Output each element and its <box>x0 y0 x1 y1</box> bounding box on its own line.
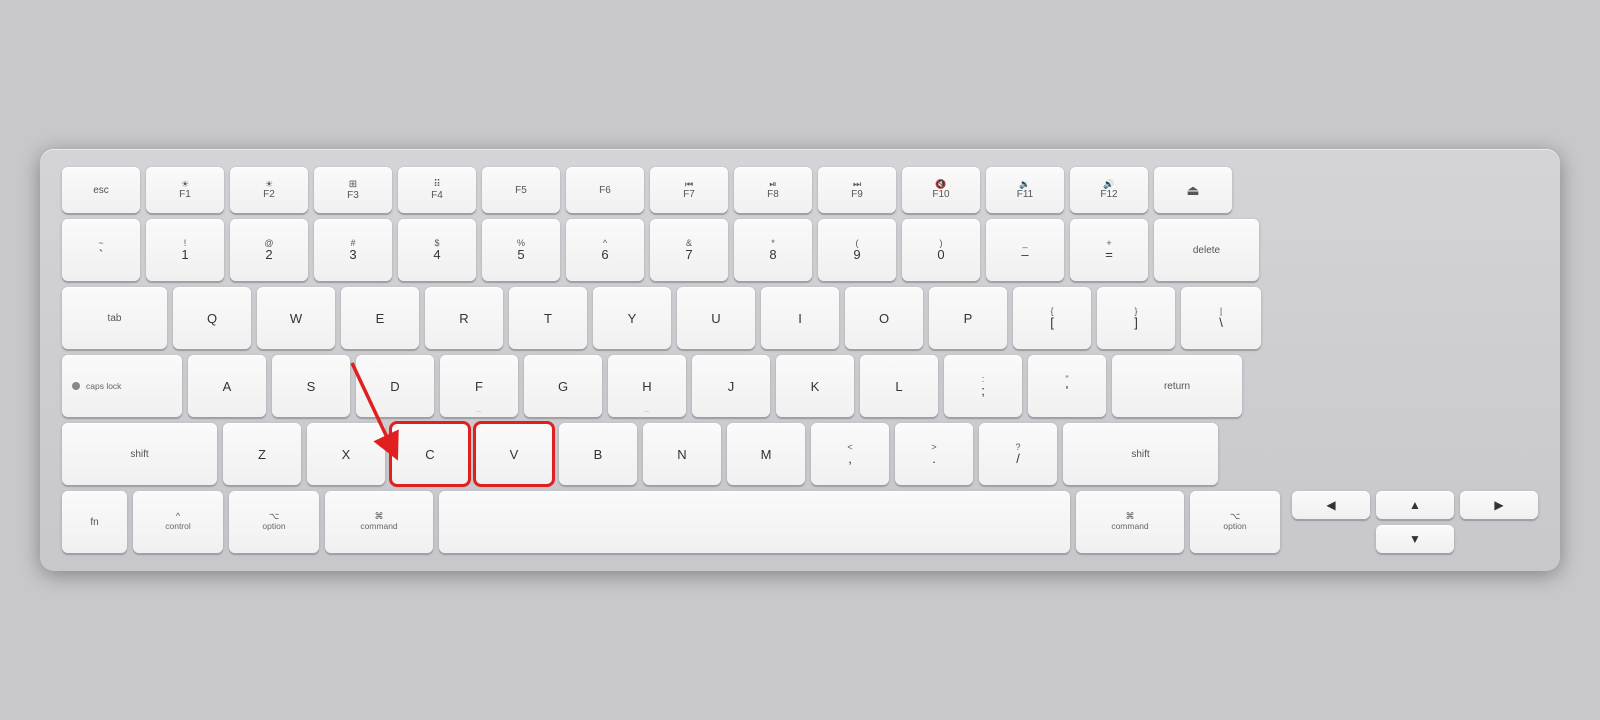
key-n[interactable]: N <box>643 423 721 485</box>
zxcv-row: shift Z X C V B N M < <box>62 423 1538 485</box>
keyboard: esc ☀ F1 ☀ F2 ⊞ F3 ⠿ F4 F5 F6 <box>40 149 1560 571</box>
key-7[interactable]: & 7 <box>650 219 728 281</box>
key-9[interactable]: ( 9 <box>818 219 896 281</box>
key-2[interactable]: @ 2 <box>230 219 308 281</box>
key-d[interactable]: D <box>356 355 434 417</box>
number-row: ~ ` ! 1 @ 2 # 3 $ 4 % 5 <box>62 219 1538 281</box>
key-b[interactable]: B <box>559 423 637 485</box>
key-p[interactable]: P <box>929 287 1007 349</box>
key-f7[interactable]: ⏮ F7 <box>650 167 728 213</box>
fn-row: esc ☀ F1 ☀ F2 ⊞ F3 ⠿ F4 F5 F6 <box>62 167 1538 213</box>
bottom-row: fn ^ control ⌥ option ⌘ command ⌘ comman… <box>62 491 1538 553</box>
key-t[interactable]: T <box>509 287 587 349</box>
key-i[interactable]: I <box>761 287 839 349</box>
key-1[interactable]: ! 1 <box>146 219 224 281</box>
key-esc[interactable]: esc <box>62 167 140 213</box>
key-lbracket[interactable]: { [ <box>1013 287 1091 349</box>
key-arrow-left[interactable]: ◀ <box>1292 491 1370 519</box>
key-slash[interactable]: ? / <box>979 423 1057 485</box>
key-j[interactable]: J <box>692 355 770 417</box>
key-x[interactable]: X <box>307 423 385 485</box>
key-r[interactable]: R <box>425 287 503 349</box>
key-f[interactable]: F _ <box>440 355 518 417</box>
key-tilde[interactable]: ~ ` <box>62 219 140 281</box>
key-pipe[interactable]: | \ <box>1181 287 1261 349</box>
key-4[interactable]: $ 4 <box>398 219 476 281</box>
key-v[interactable]: V <box>475 423 553 485</box>
key-l[interactable]: L <box>860 355 938 417</box>
key-space[interactable] <box>439 491 1070 553</box>
key-shift-right[interactable]: shift <box>1063 423 1218 485</box>
key-z[interactable]: Z <box>223 423 301 485</box>
key-fn[interactable]: fn <box>62 491 127 553</box>
key-option-left[interactable]: ⌥ option <box>229 491 319 553</box>
key-5[interactable]: % 5 <box>482 219 560 281</box>
key-option-right[interactable]: ⌥ option <box>1190 491 1280 553</box>
key-semicolon[interactable]: : ; <box>944 355 1022 417</box>
key-arrow-right[interactable]: ▶ <box>1460 491 1538 519</box>
key-eject[interactable]: ⏏ <box>1154 167 1232 213</box>
key-o[interactable]: O <box>845 287 923 349</box>
key-w[interactable]: W <box>257 287 335 349</box>
key-3[interactable]: # 3 <box>314 219 392 281</box>
key-comma[interactable]: < , <box>811 423 889 485</box>
key-0[interactable]: ) 0 <box>902 219 980 281</box>
key-f3[interactable]: ⊞ F3 <box>314 167 392 213</box>
key-return[interactable]: return <box>1112 355 1242 417</box>
key-s[interactable]: S <box>272 355 350 417</box>
key-f6[interactable]: F6 <box>566 167 644 213</box>
arrow-cluster: ◀ ▲ ▼ ▶ <box>1292 491 1538 553</box>
key-f8[interactable]: ⏯ F8 <box>734 167 812 213</box>
key-command-left[interactable]: ⌘ command <box>325 491 433 553</box>
asdf-row: caps lock A S D F _ G H _ J <box>62 355 1538 417</box>
key-f5[interactable]: F5 <box>482 167 560 213</box>
qwerty-row: tab Q W E R T Y U I <box>62 287 1538 349</box>
key-f2[interactable]: ☀ F2 <box>230 167 308 213</box>
key-e[interactable]: E <box>341 287 419 349</box>
key-arrow-up[interactable]: ▲ <box>1376 491 1454 519</box>
key-command-right[interactable]: ⌘ command <box>1076 491 1184 553</box>
key-f9[interactable]: ⏭ F9 <box>818 167 896 213</box>
key-shift-left[interactable]: shift <box>62 423 217 485</box>
keyboard-wrapper: esc ☀ F1 ☀ F2 ⊞ F3 ⠿ F4 F5 F6 <box>40 149 1560 571</box>
key-6[interactable]: ^ 6 <box>566 219 644 281</box>
key-c[interactable]: C <box>391 423 469 485</box>
key-8[interactable]: * 8 <box>734 219 812 281</box>
key-delete[interactable]: delete <box>1154 219 1259 281</box>
key-arrow-down[interactable]: ▼ <box>1376 525 1454 553</box>
key-y[interactable]: Y <box>593 287 671 349</box>
key-f10[interactable]: 🔇 F10 <box>902 167 980 213</box>
key-a[interactable]: A <box>188 355 266 417</box>
key-q[interactable]: Q <box>173 287 251 349</box>
key-minus[interactable]: _ – <box>986 219 1064 281</box>
key-caps-lock[interactable]: caps lock <box>62 355 182 417</box>
key-control[interactable]: ^ control <box>133 491 223 553</box>
key-quote[interactable]: " ' <box>1028 355 1106 417</box>
key-period[interactable]: > . <box>895 423 973 485</box>
key-g[interactable]: G <box>524 355 602 417</box>
key-equal[interactable]: + = <box>1070 219 1148 281</box>
key-rbracket[interactable]: } ] <box>1097 287 1175 349</box>
key-f4[interactable]: ⠿ F4 <box>398 167 476 213</box>
key-k[interactable]: K <box>776 355 854 417</box>
key-h[interactable]: H _ <box>608 355 686 417</box>
key-u[interactable]: U <box>677 287 755 349</box>
key-tab[interactable]: tab <box>62 287 167 349</box>
caps-lock-indicator <box>72 382 80 390</box>
key-f11[interactable]: 🔉 F11 <box>986 167 1064 213</box>
key-f1[interactable]: ☀ F1 <box>146 167 224 213</box>
key-m[interactable]: M <box>727 423 805 485</box>
key-f12[interactable]: 🔊 F12 <box>1070 167 1148 213</box>
